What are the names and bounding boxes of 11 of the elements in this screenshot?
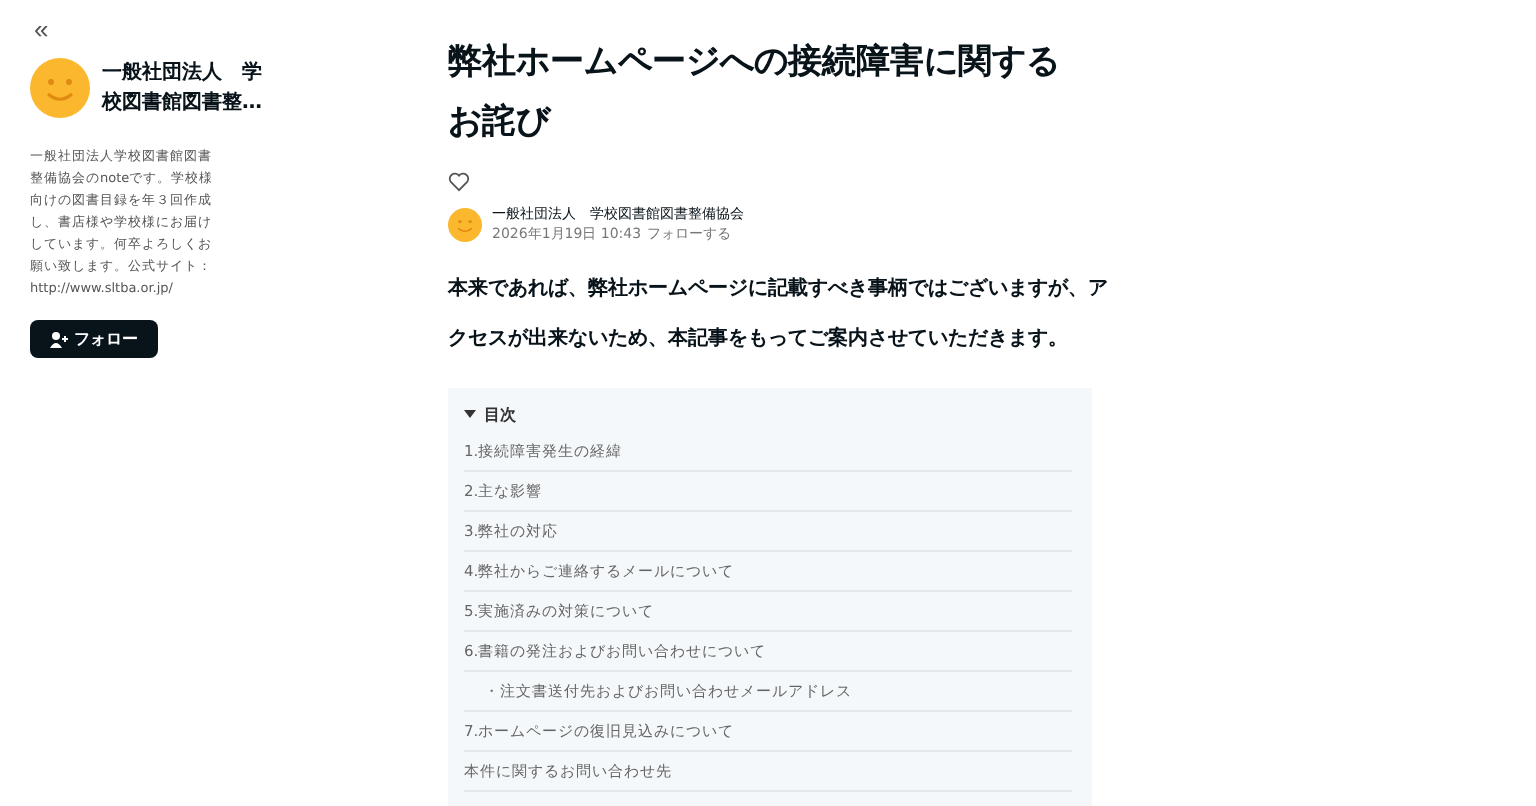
follow-button[interactable]: フォロー — [30, 320, 158, 358]
caret-icon — [464, 410, 476, 418]
avatar-icon — [30, 58, 90, 118]
collapse-button[interactable]: « — [34, 14, 49, 44]
article-title: 弊社ホームページへの接続障害に関するお詫び — [448, 40, 1062, 146]
profile-name: 一般社団法人 学校図書館図書整… — [102, 59, 264, 118]
add-user-icon — [50, 331, 68, 347]
lead-paragraph: 本来であれば、弊社ホームページに記載すべき事柄ではございますが、アクセスが出来ないため、本記事をもってご案内させていただきます。 — [448, 275, 1108, 354]
like-icon[interactable] — [448, 172, 470, 192]
toc-toggle[interactable]: 目次 — [464, 396, 1072, 432]
avatar-icon — [448, 207, 482, 241]
